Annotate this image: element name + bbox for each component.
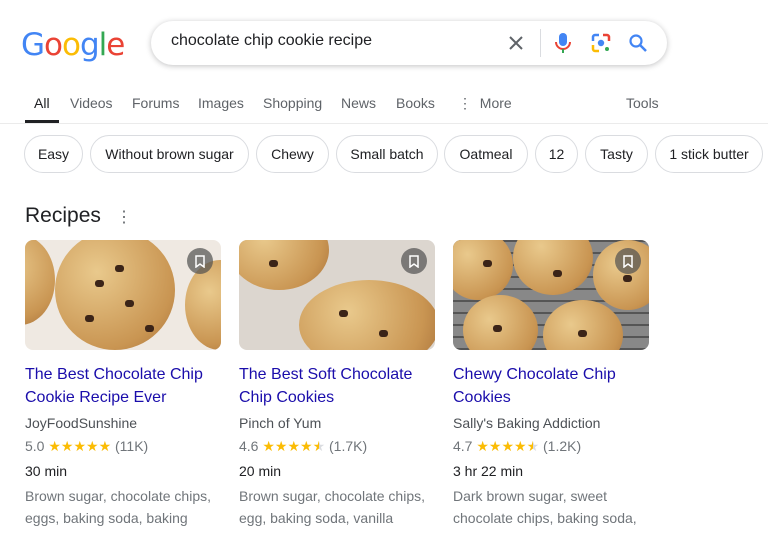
chip-chewy[interactable]: Chewy <box>256 135 329 173</box>
clear-icon[interactable] <box>504 31 528 55</box>
search-tabs: All Videos Forums Images Shopping News B… <box>0 95 768 124</box>
chip-without-brown-sugar[interactable]: Without brown sugar <box>90 135 249 173</box>
recipe-rating: 4.7 ★★★★★ (1.2K) <box>453 438 582 454</box>
recipe-ingredients: Brown sugar, chocolate chips, eggs, baki… <box>25 488 211 526</box>
recipe-image[interactable] <box>453 240 649 350</box>
tab-more[interactable]: ⋮ More <box>458 95 512 112</box>
recipe-title[interactable]: The Best Chocolate Chip Cookie Recipe Ev… <box>25 363 221 409</box>
chip-12[interactable]: 12 <box>535 135 578 173</box>
star-rating-icon: ★★★★★ <box>48 438 112 454</box>
search-input[interactable] <box>171 32 491 50</box>
recipe-rating: 5.0 ★★★★★ (11K) <box>25 438 149 454</box>
recipe-card[interactable]: Chewy Chocolate Chip Cookies Sally's Bak… <box>453 240 649 529</box>
recipe-title[interactable]: The Best Soft Chocolate Chip Cookies <box>239 363 435 409</box>
more-vert-icon: ⋮ <box>458 95 472 111</box>
tab-videos[interactable]: Videos <box>70 95 113 111</box>
recipe-card[interactable]: The Best Chocolate Chip Cookie Recipe Ev… <box>25 240 221 529</box>
section-title: Recipes <box>25 204 101 227</box>
star-rating-icon: ★★★★★ <box>262 438 326 454</box>
tab-more-label: More <box>479 95 512 111</box>
tools-button[interactable]: Tools <box>626 95 659 111</box>
recipe-time: 30 min <box>25 463 68 479</box>
star-rating-icon: ★★★★★ <box>476 438 540 454</box>
recipe-time: 3 hr 22 min <box>453 463 524 479</box>
tab-news[interactable]: News <box>341 95 376 111</box>
recipe-ingredients: Brown sugar, chocolate chips, egg, bakin… <box>239 488 425 526</box>
chip-easy[interactable]: Easy <box>24 135 83 173</box>
divider <box>540 29 541 57</box>
recipe-source: JoyFoodSunshine <box>25 415 138 431</box>
search-box <box>151 21 667 65</box>
recipe-card[interactable]: The Best Soft Chocolate Chip Cookies Pin… <box>239 240 435 529</box>
chip-1-stick-butter[interactable]: 1 stick butter <box>655 135 763 173</box>
tab-images[interactable]: Images <box>198 95 244 111</box>
bookmark-icon[interactable] <box>401 248 427 274</box>
chip-tasty[interactable]: Tasty <box>585 135 648 173</box>
recipe-title[interactable]: Chewy Chocolate Chip Cookies <box>453 363 649 409</box>
bookmark-icon[interactable] <box>615 248 641 274</box>
tab-shopping[interactable]: Shopping <box>263 95 322 111</box>
bookmark-icon[interactable] <box>187 248 213 274</box>
chip-oatmeal[interactable]: Oatmeal <box>444 135 528 173</box>
chip-small-batch[interactable]: Small batch <box>336 135 438 173</box>
camera-lens-icon[interactable] <box>589 31 613 55</box>
tab-books[interactable]: Books <box>396 95 435 111</box>
google-logo[interactable]: Google <box>21 27 125 63</box>
recipe-image[interactable] <box>239 240 435 350</box>
recipe-source: Sally's Baking Addiction <box>453 415 601 431</box>
microphone-icon[interactable] <box>551 31 575 55</box>
tab-forums[interactable]: Forums <box>132 95 179 111</box>
more-options-icon[interactable]: ⋮ <box>116 207 132 227</box>
recipe-rating: 4.6 ★★★★★ (1.7K) <box>239 438 368 454</box>
tab-all[interactable]: All <box>25 95 58 123</box>
recipe-image[interactable] <box>25 240 221 350</box>
recipe-source: Pinch of Yum <box>239 415 322 431</box>
recipe-time: 20 min <box>239 463 282 479</box>
recipe-ingredients: Dark brown sugar, sweet chocolate chips,… <box>453 488 637 526</box>
search-icon[interactable] <box>626 31 650 55</box>
